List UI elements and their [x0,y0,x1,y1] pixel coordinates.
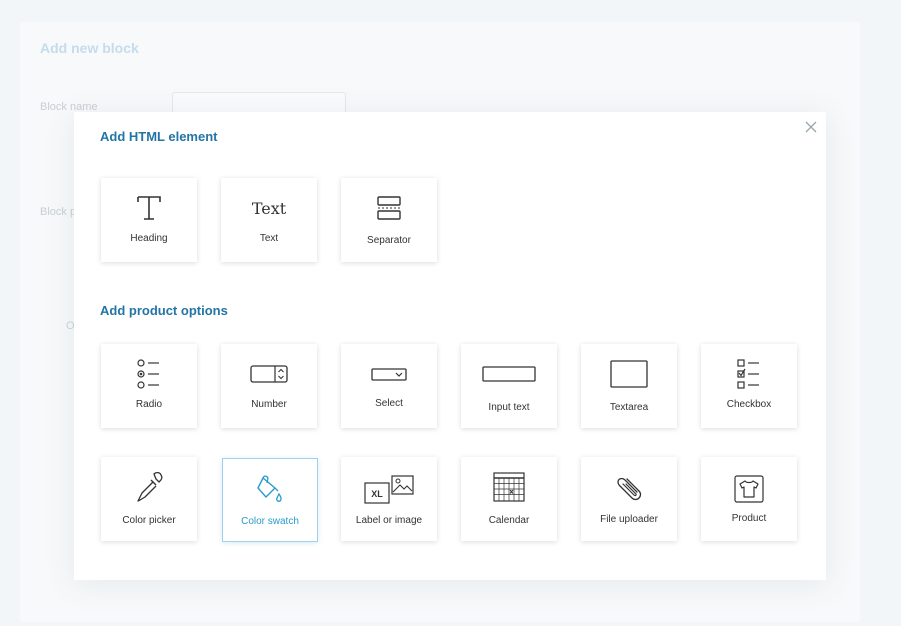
tile-file-uploader-label: File uploader [600,514,658,525]
tile-separator-label: Separator [367,235,411,246]
tile-calendar-label: Calendar [488,515,530,526]
input-text-icon [461,358,557,390]
separator-icon [341,192,437,224]
html-section-title: Add HTML element [100,129,218,144]
tile-label-or-image[interactable]: XL Label or image [341,457,437,541]
tile-color-swatch[interactable]: Color swatch [222,458,318,542]
tile-input-text-label: Input text [488,402,530,413]
tile-number[interactable]: Number [221,344,317,428]
tile-calendar[interactable]: Calendar [461,457,557,541]
add-element-modal: Add HTML element Heading Text Text Separ… [74,112,826,580]
label-or-image-icon: XL [341,473,437,505]
product-icon [701,473,797,505]
tile-select[interactable]: Select [341,344,437,428]
heading-icon [101,192,197,224]
tile-file-uploader[interactable]: File uploader [581,457,677,541]
tile-textarea-label: Textarea [609,402,649,413]
xl-glyph: XL [371,489,383,499]
tile-checkbox-label: Checkbox [726,399,772,410]
color-picker-icon [101,471,197,503]
tile-text-label: Text [259,233,279,244]
text-icon: Text [221,192,317,224]
tile-textarea[interactable]: Textarea [581,344,677,428]
calendar-icon [461,471,557,503]
options-section-title: Add product options [100,303,228,318]
tile-select-label: Select [375,398,403,409]
tile-number-label: Number [251,399,287,410]
checkbox-icon [701,358,797,390]
tile-checkbox[interactable]: Checkbox [701,344,797,428]
block-p-label: Block p [40,206,77,218]
close-icon [805,121,817,133]
tile-text[interactable]: Text Text [221,178,317,262]
close-button[interactable] [804,120,818,134]
radio-icon [101,358,197,390]
text-icon-glyph: Text [251,198,287,218]
tile-color-picker[interactable]: Color picker [101,457,197,541]
tile-product[interactable]: Product [701,457,797,541]
tile-input-text[interactable]: Input text [461,344,557,428]
background-title: Add new block [40,40,139,56]
tile-color-picker-label: Color picker [122,515,176,526]
color-swatch-icon [223,473,317,505]
select-icon [341,358,437,390]
file-uploader-icon [581,471,677,503]
tile-radio[interactable]: Radio [101,344,197,428]
tile-product-label: Product [731,513,767,524]
tile-heading[interactable]: Heading [101,178,197,262]
number-icon [221,358,317,390]
tile-radio-label: Radio [135,399,163,410]
tile-heading-label: Heading [130,233,168,244]
textarea-icon [581,358,677,390]
tile-label-or-image-label: Label or image [355,515,423,526]
tile-color-swatch-label: Color swatch [241,516,299,527]
tile-separator[interactable]: Separator [341,178,437,262]
